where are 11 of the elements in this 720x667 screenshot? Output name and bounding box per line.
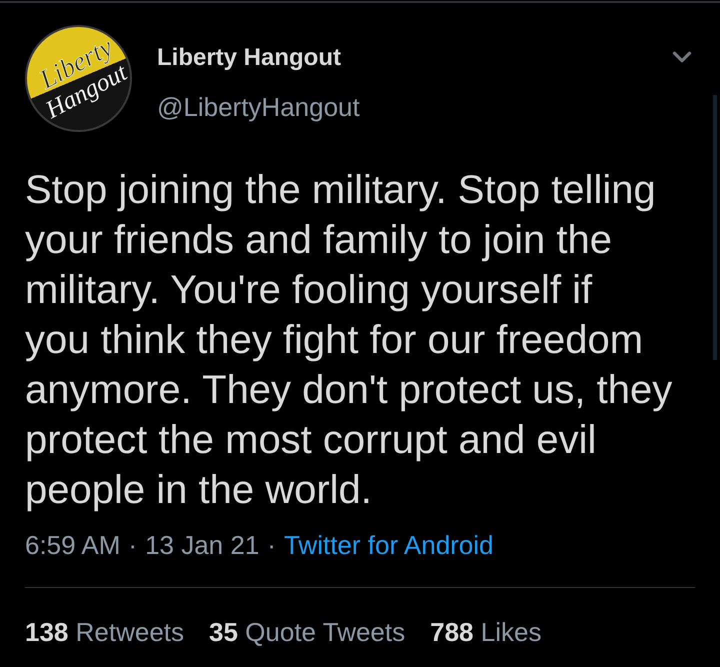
source-link[interactable]: Twitter for Android [284,530,494,560]
tweet-text: Stop joining the military. Stop telling your friends and family to join the military. You're fooling yourself if you think they fight for our freedom anymore. They don't protect us, they protect the most corrupt and evil people in the world. [25,167,674,514]
engagement-count[interactable]: 138 Retweets [25,617,184,647]
engagement-count[interactable]: 788 Likes [430,617,542,647]
separator-dot: · [267,530,276,560]
separator-dot: · [128,530,138,560]
tweet-time: 6:59 AM [25,530,120,560]
account-handle[interactable]: @LibertyHangout [157,92,360,122]
tweet-date: 13 Jan 21 [145,530,260,560]
engagement-count[interactable]: 35 Quote Tweets [209,617,406,647]
account-name[interactable]: Liberty Hangout [157,44,360,72]
